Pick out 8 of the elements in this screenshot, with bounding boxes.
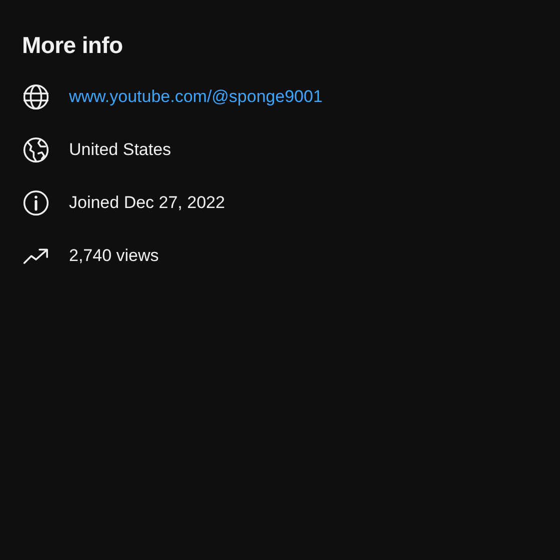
info-icon [22, 188, 50, 216]
earth-icon [22, 136, 50, 164]
country-text: United States [69, 140, 172, 160]
view-count-text: 2,740 views [69, 246, 159, 266]
channel-link[interactable]: www.youtube.com/@sponge9001 [69, 86, 323, 106]
globe-icon [22, 82, 50, 110]
section-title: More info [22, 31, 124, 60]
joined-date-text: Joined Dec 27, 2022 [69, 192, 225, 212]
